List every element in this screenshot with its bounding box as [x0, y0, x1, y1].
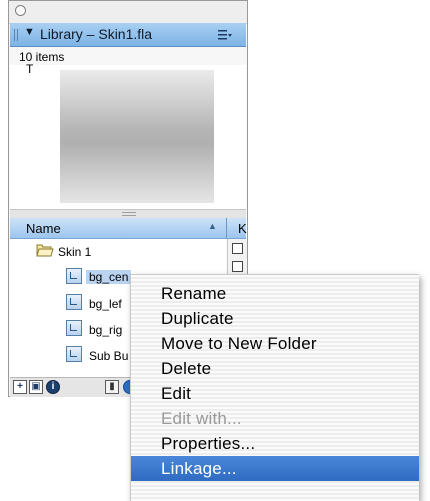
list-item-label: Skin 1 — [58, 245, 92, 259]
panel-top-bar — [9, 1, 247, 24]
list-item-label: bg_lef — [89, 297, 122, 311]
symbol-icon — [66, 346, 82, 362]
drag-grip-icon[interactable] — [14, 29, 20, 41]
panel-title-bar[interactable]: ▼ Library – Skin1.fla — [10, 23, 246, 47]
new-symbol-icon[interactable]: + — [13, 380, 27, 394]
panel-options-menu-icon[interactable] — [218, 29, 232, 41]
symbol-icon — [66, 294, 82, 310]
kind-checkbox-icon — [232, 243, 243, 254]
list-item-label: Sub Bu — [89, 349, 129, 363]
properties-info-icon[interactable]: i — [46, 380, 60, 394]
list-item-label: bg_rig — [89, 323, 123, 337]
trash-icon[interactable]: ▮ — [105, 380, 119, 394]
symbol-icon — [66, 268, 82, 284]
close-panel-icon[interactable] — [15, 5, 26, 16]
preview-gradient-swatch — [60, 70, 214, 203]
column-divider[interactable] — [226, 218, 227, 238]
folder-open-icon — [36, 244, 54, 257]
column-header-name[interactable]: Name — [26, 221, 61, 236]
list-header: Name ▲ K — [10, 218, 247, 239]
menu-item-edit[interactable]: Edit — [131, 381, 419, 406]
menu-item-properties[interactable]: Properties... — [131, 431, 419, 456]
menu-item-edit-with: Edit with... — [161, 409, 242, 428]
list-item-label: bg_cen — [86, 270, 132, 284]
new-folder-icon[interactable]: ▣ — [29, 380, 43, 394]
panel-title: Library – Skin1.fla — [40, 26, 153, 42]
menu-item-rename[interactable]: Rename — [131, 281, 419, 306]
splitter-grip-icon — [122, 212, 136, 216]
sort-ascending-icon[interactable]: ▲ — [208, 221, 217, 231]
menu-item-linkage[interactable]: Linkage... — [131, 456, 419, 481]
collapse-arrow-icon[interactable]: ▼ — [24, 26, 35, 38]
menu-item-move-to-new-folder[interactable]: Move to New Folder — [131, 331, 419, 356]
list-item-folder[interactable]: Skin 1 — [10, 239, 226, 265]
symbol-preview: T — [10, 62, 246, 209]
menu-item-duplicate[interactable]: Duplicate — [131, 306, 419, 331]
column-header-kind[interactable]: K — [238, 221, 247, 236]
kind-checkbox-icon — [232, 261, 243, 272]
symbol-icon — [66, 320, 82, 336]
text-cursor-icon: T — [26, 62, 34, 76]
context-menu: Rename Duplicate Move to New Folder Dele… — [130, 274, 419, 501]
menu-item-delete[interactable]: Delete — [131, 356, 419, 381]
